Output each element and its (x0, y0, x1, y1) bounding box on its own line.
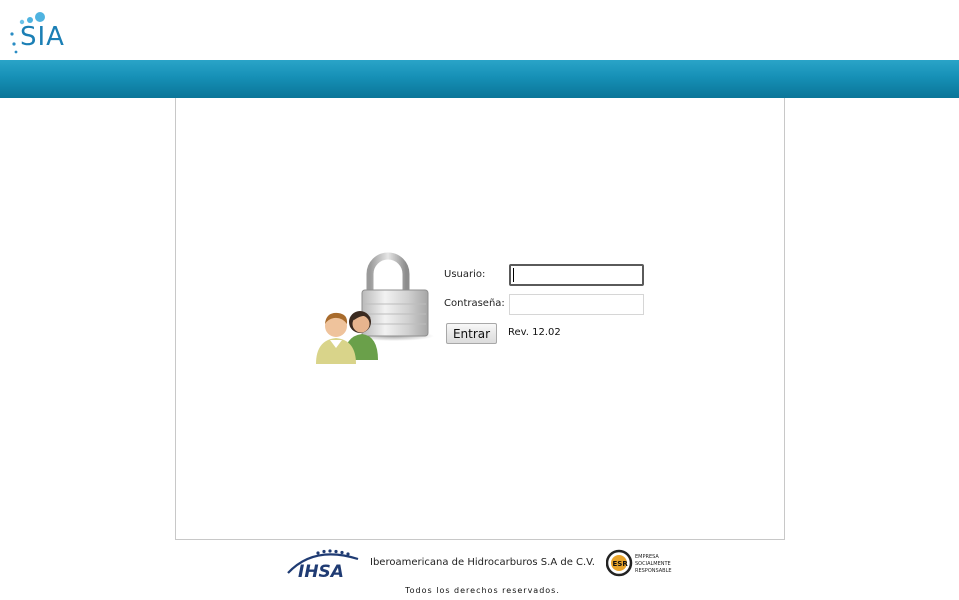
revision-label: Rev. 12.02 (508, 327, 561, 338)
company-name: Iberoamericana de Hidrocarburos S.A de C… (370, 557, 595, 568)
header-banner (0, 60, 959, 98)
esr-line-2: SOCIALMENTE (635, 561, 671, 567)
esr-logo: ESR EMPRESA SOCIALMENTE RESPONSABLE (606, 549, 672, 577)
ihsa-logo-text: IHSA (298, 562, 344, 579)
ihsa-logo: IHSA (287, 549, 359, 579)
password-label: Contraseña: (444, 298, 505, 309)
header: SIA (0, 0, 959, 60)
users-lock-icon (316, 252, 434, 364)
esr-line-1: EMPRESA (635, 554, 659, 560)
copyright-text: Todos los derechos reservados. (405, 586, 560, 595)
esr-logo-text: ESR (613, 560, 629, 568)
username-input[interactable] (509, 264, 644, 286)
login-panel (175, 98, 785, 540)
sia-logo-text: SIA (20, 22, 65, 52)
esr-line-3: RESPONSABLE (635, 568, 672, 574)
login-button[interactable]: Entrar (446, 323, 497, 344)
password-input[interactable] (509, 294, 644, 315)
username-label: Usuario: (444, 269, 486, 280)
text-cursor (513, 268, 514, 282)
